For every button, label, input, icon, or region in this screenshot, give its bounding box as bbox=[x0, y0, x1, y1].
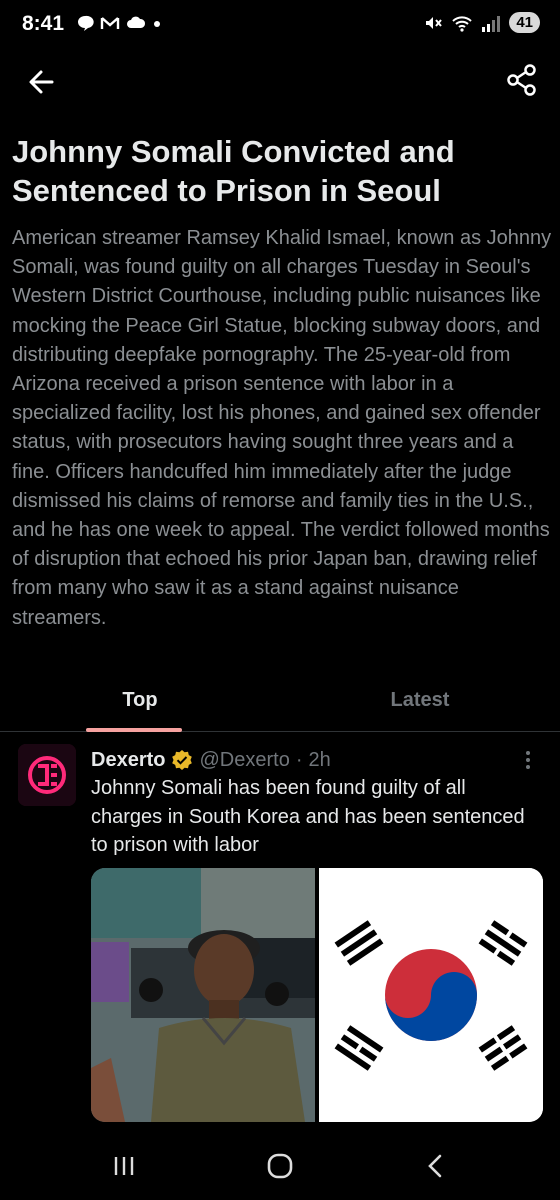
recent-apps-icon bbox=[114, 1157, 134, 1175]
notification-icons bbox=[76, 14, 162, 32]
system-back-button[interactable] bbox=[406, 1148, 466, 1184]
arrow-left-icon bbox=[29, 70, 54, 94]
tweet-header: Dexerto @Dexerto · 2h bbox=[91, 746, 331, 774]
cloud-icon bbox=[127, 16, 146, 28]
separator-dot: · bbox=[295, 749, 303, 771]
tab-latest[interactable]: Latest bbox=[280, 676, 560, 732]
article-title: Johnny Somali Convicted and Sentenced to… bbox=[12, 134, 455, 208]
tab-top[interactable]: Top bbox=[0, 676, 280, 732]
author-name[interactable]: Dexerto bbox=[91, 746, 165, 774]
photo-of-man bbox=[91, 868, 315, 1122]
tab-bar: Top Latest bbox=[0, 676, 560, 732]
status-right: 41 bbox=[423, 12, 540, 33]
active-tab-indicator bbox=[86, 728, 182, 732]
share-icon bbox=[507, 64, 536, 96]
media-flag-image[interactable] bbox=[319, 868, 543, 1122]
tweet-media[interactable] bbox=[91, 868, 543, 1122]
chat-icon bbox=[78, 15, 94, 31]
gmail-icon bbox=[100, 17, 120, 29]
verified-badge-icon bbox=[172, 750, 193, 770]
home-button[interactable] bbox=[250, 1148, 310, 1184]
tweet-text: Johnny Somali has been found guilty of a… bbox=[91, 777, 525, 856]
wifi-icon bbox=[452, 15, 473, 32]
tab-top-label: Top bbox=[122, 689, 158, 711]
dexerto-logo-icon bbox=[18, 744, 76, 806]
home-icon bbox=[267, 1153, 293, 1179]
mute-icon bbox=[426, 16, 443, 29]
battery-indicator: 41 bbox=[509, 12, 540, 33]
tweet-time: 2h bbox=[308, 749, 331, 771]
back-button[interactable] bbox=[24, 64, 60, 100]
south-korea-flag bbox=[319, 868, 543, 1122]
signal-icon bbox=[482, 15, 501, 32]
back-icon bbox=[428, 1154, 442, 1178]
status-time: 8:41 bbox=[22, 12, 65, 35]
more-vertical-icon bbox=[526, 751, 530, 769]
tab-latest-label: Latest bbox=[390, 689, 450, 711]
author-handle[interactable]: @Dexerto bbox=[199, 746, 289, 774]
share-button[interactable] bbox=[504, 62, 540, 98]
app-screen: 8:41 41 Johnny Somali Convicted and Sent… bbox=[0, 0, 560, 1200]
system-nav-bar bbox=[0, 1132, 560, 1200]
avatar[interactable] bbox=[18, 744, 76, 806]
more-options-button[interactable] bbox=[518, 748, 538, 772]
media-photo[interactable] bbox=[91, 868, 315, 1122]
status-bar: 8:41 41 bbox=[0, 0, 560, 50]
dot-icon bbox=[154, 21, 160, 27]
recent-apps-button[interactable] bbox=[94, 1148, 154, 1184]
article-summary: American streamer Ramsey Khalid Ismael, … bbox=[12, 227, 552, 629]
